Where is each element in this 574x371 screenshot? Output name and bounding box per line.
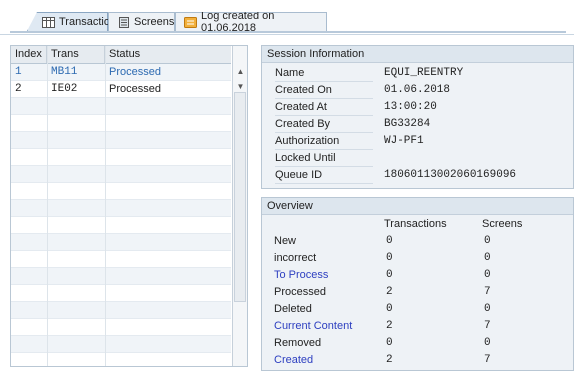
- row-label[interactable]: Created: [274, 352, 313, 368]
- row-label: Processed: [274, 286, 326, 298]
- field-label: Created By: [275, 116, 373, 133]
- empty-row: [11, 115, 231, 132]
- empty-row: [11, 285, 231, 302]
- scroll-down-icon[interactable]: ▼: [233, 79, 247, 93]
- overview-panel: Overview Transactions Screens New 0 0 in…: [261, 197, 574, 371]
- transactions-count: 0: [386, 337, 393, 349]
- cell-status: Processed: [109, 66, 161, 78]
- table-scrollbar[interactable]: ▲ ▼: [232, 46, 247, 366]
- cell-index: 1: [15, 66, 22, 78]
- tab-transactions[interactable]: Transactions: [27, 12, 108, 31]
- screens-icon: [117, 16, 130, 28]
- panel-title: Overview: [262, 198, 573, 215]
- empty-row: [11, 319, 231, 336]
- column-header-transactions: Transactions: [384, 218, 447, 230]
- field-label: Queue ID: [275, 167, 373, 184]
- cell-index: 2: [15, 83, 22, 95]
- screens-count: 0: [484, 337, 491, 349]
- transactions-table: Index Trans Status 1 MB11 Processed 2 IE…: [10, 45, 248, 367]
- field-label: Locked Until: [275, 150, 373, 167]
- empty-row: [11, 268, 231, 285]
- transactions-count: 0: [386, 303, 393, 315]
- cell-trans[interactable]: IE02: [47, 81, 105, 97]
- field-label: Authorization: [275, 133, 373, 150]
- field-value: EQUI_REENTRY: [384, 67, 464, 79]
- column-header-screens: Screens: [482, 218, 523, 230]
- empty-row: [11, 336, 231, 353]
- empty-row: [11, 132, 231, 149]
- field-label: Name: [275, 65, 373, 82]
- table-icon: [42, 16, 55, 28]
- table-row[interactable]: 1 MB11 Processed: [11, 64, 231, 81]
- empty-row: [11, 166, 231, 183]
- transactions-count: 2: [386, 354, 393, 366]
- column-divider: [105, 46, 106, 366]
- scroll-up-icon[interactable]: ▲: [233, 64, 247, 78]
- table-header: Index Trans Status: [11, 46, 231, 64]
- empty-row: [11, 200, 231, 217]
- empty-row: [11, 251, 231, 268]
- column-header-index[interactable]: Index: [11, 46, 47, 63]
- field-label: Created On: [275, 82, 373, 99]
- row-label[interactable]: To Process: [274, 267, 328, 283]
- transactions-count: 2: [386, 320, 393, 332]
- field-value: 13:00:20: [384, 101, 437, 113]
- screens-count: 0: [484, 235, 491, 247]
- scroll-thumb[interactable]: [234, 92, 246, 302]
- field-value: 18060113002060169096: [384, 169, 517, 181]
- tab-label: Screens: [134, 16, 175, 28]
- screens-count: 0: [484, 303, 491, 315]
- tab-log[interactable]: Log created on 01.06.2018: [175, 12, 327, 31]
- table-row[interactable]: 2 IE02 Processed: [11, 81, 231, 98]
- screens-count: 0: [484, 269, 491, 281]
- screens-count: 7: [484, 286, 491, 298]
- transactions-count: 2: [386, 286, 393, 298]
- row-label: Removed: [274, 337, 322, 349]
- field-value: WJ-PF1: [384, 135, 424, 147]
- cell-status: Processed: [109, 83, 161, 95]
- empty-row: [11, 353, 231, 366]
- tab-label: Log created on 01.06.2018: [201, 10, 275, 34]
- tab-underline: [10, 31, 566, 33]
- transactions-count: 0: [386, 252, 393, 264]
- screens-count: 7: [484, 354, 491, 366]
- empty-row: [11, 217, 231, 234]
- column-header-trans[interactable]: Trans: [47, 46, 105, 63]
- session-info-panel: Session Information Name EQUI_REENTRY Cr…: [261, 45, 574, 189]
- row-label: incorrect: [274, 252, 317, 264]
- empty-row: [11, 183, 231, 200]
- tab-strip: Transactions Screens Log created on 01.0…: [0, 0, 574, 35]
- row-label: New: [274, 235, 297, 247]
- row-label[interactable]: Current Content: [274, 318, 352, 334]
- empty-row: [11, 302, 231, 319]
- transactions-count: 0: [386, 235, 393, 247]
- empty-row: [11, 234, 231, 251]
- cell-trans[interactable]: MB11: [47, 64, 105, 80]
- transactions-count: 0: [386, 269, 393, 281]
- empty-row: [11, 149, 231, 166]
- field-value: 01.06.2018: [384, 84, 451, 96]
- column-divider: [47, 46, 48, 366]
- table-body: 1 MB11 Processed 2 IE02 Processed: [11, 64, 231, 366]
- panel-title: Session Information: [262, 46, 573, 63]
- column-header-status[interactable]: Status: [105, 46, 231, 63]
- field-label: Created At: [275, 99, 373, 116]
- empty-row: [11, 98, 231, 115]
- screens-count: 7: [484, 320, 491, 332]
- row-label: Deleted: [274, 303, 312, 315]
- screens-count: 0: [484, 252, 491, 264]
- field-value: BG33284: [384, 118, 431, 130]
- tab-screens[interactable]: Screens: [108, 12, 175, 31]
- log-icon: [184, 16, 197, 28]
